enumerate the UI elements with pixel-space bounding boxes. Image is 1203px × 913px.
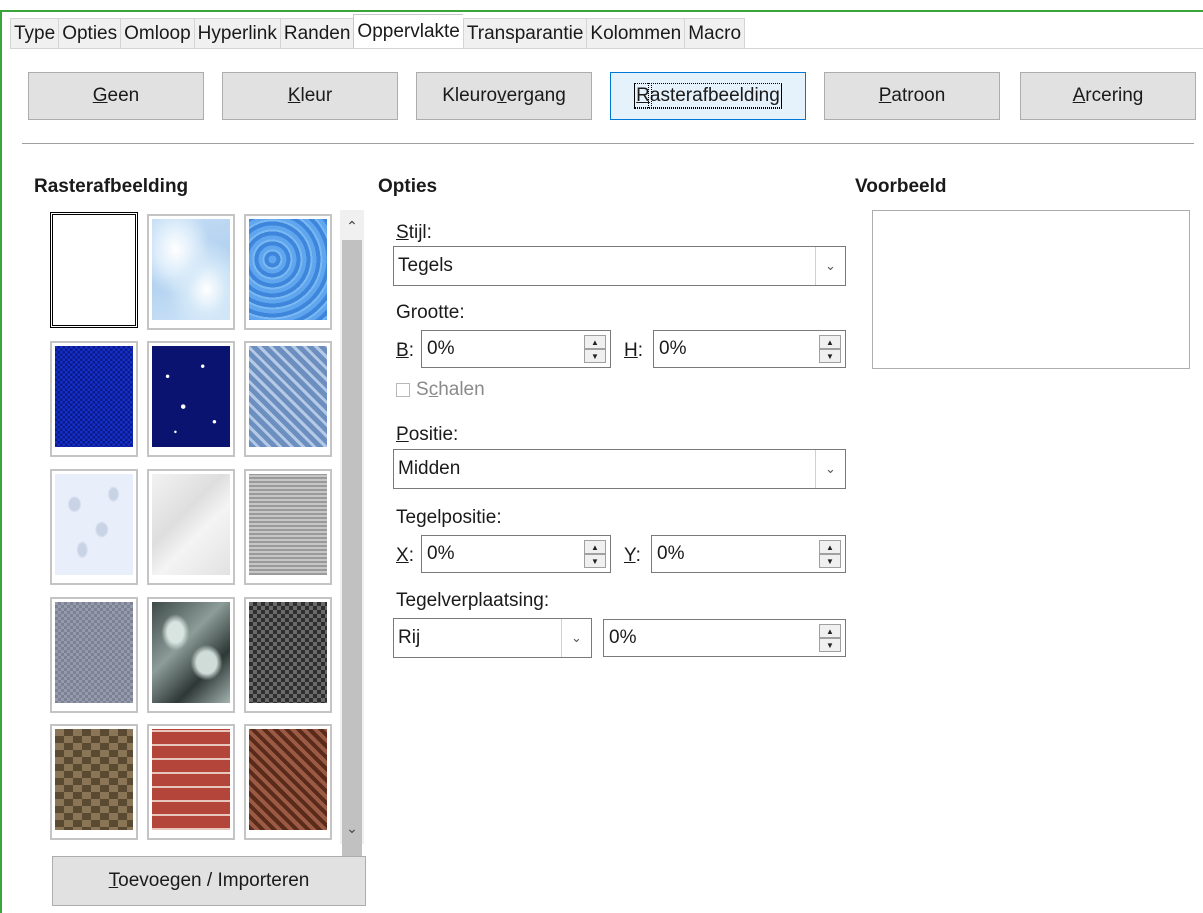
scroll-thumb[interactable]	[342, 240, 362, 858]
height-spinbox[interactable]: 0% ▲ ▼	[653, 330, 846, 368]
y-spinbox[interactable]: 0% ▲ ▼	[651, 535, 846, 573]
fill-pattern-button[interactable]: Patroon	[824, 72, 1000, 120]
tab-options[interactable]: Opties	[58, 18, 121, 49]
bitmap-thumb-blank[interactable]	[50, 212, 138, 328]
bitmap-thumb-starry-sky[interactable]	[147, 341, 235, 457]
spin-up-icon[interactable]: ▲	[584, 540, 606, 554]
options-heading: Opties	[378, 176, 438, 197]
fill-hatch-button[interactable]: Arcering	[1020, 72, 1196, 120]
fill-none-label: Geen	[92, 85, 140, 106]
spin-up-icon[interactable]: ▲	[819, 540, 841, 554]
chevron-down-icon[interactable]: ⌄	[815, 450, 845, 488]
bitmap-thumb-blue-texture[interactable]	[50, 341, 138, 457]
chevron-down-icon[interactable]: ⌄	[561, 619, 591, 657]
scroll-down-icon[interactable]: ⌄	[340, 816, 364, 840]
tab-type[interactable]: Type	[10, 18, 59, 49]
tab-wrap[interactable]: Omloop	[120, 18, 194, 49]
tile-offset-mode-value: Rij	[398, 627, 421, 648]
x-value: 0%	[427, 543, 455, 564]
tab-underline	[10, 48, 1203, 49]
spin-down-icon[interactable]: ▼	[584, 349, 606, 363]
spin-down-icon[interactable]: ▼	[819, 554, 841, 568]
spin-up-icon[interactable]: ▲	[819, 335, 841, 349]
y-value: 0%	[657, 543, 685, 564]
bitmap-gallery	[48, 210, 340, 844]
bitmap-thumb-sky[interactable]	[147, 214, 235, 330]
spin-up-icon[interactable]: ▲	[819, 624, 841, 638]
position-label: Positie:	[396, 424, 459, 445]
position-value: Midden	[398, 458, 461, 479]
bitmap-thumb-stone-wall[interactable]	[50, 724, 138, 840]
fill-color-label: Kleur	[287, 85, 333, 106]
size-label: Grootte:	[396, 302, 465, 323]
height-value: 0%	[659, 338, 687, 359]
width-spinbox[interactable]: 0% ▲ ▼	[421, 330, 611, 368]
x-label: X:	[396, 545, 414, 566]
gallery-scrollbar[interactable]: ⌃ ⌄	[340, 210, 364, 858]
spin-down-icon[interactable]: ▼	[819, 349, 841, 363]
bitmap-thumb-gravel[interactable]	[244, 597, 332, 713]
add-import-label: Toevoegen / Importeren	[108, 870, 310, 891]
spin-up-icon[interactable]: ▲	[584, 335, 606, 349]
preview-box	[872, 210, 1190, 369]
fill-hatch-label: Arcering	[1072, 85, 1144, 106]
tab-bar: Type Opties Omloop Hyperlink Randen Oppe…	[10, 14, 746, 49]
bitmap-thumb-stone-gray[interactable]	[50, 597, 138, 713]
fill-pattern-label: Patroon	[878, 85, 946, 106]
style-dropdown[interactable]: Tegels ⌄	[393, 246, 846, 286]
width-value: 0%	[427, 338, 455, 359]
fill-bitmap-label: Rasterafbeelding	[634, 83, 782, 109]
bitmap-thumb-droplets[interactable]	[50, 469, 138, 585]
tab-hyperlink[interactable]: Hyperlink	[193, 18, 280, 49]
bitmap-thumb-brick[interactable]	[147, 724, 235, 840]
spin-down-icon[interactable]: ▼	[819, 638, 841, 652]
add-import-button[interactable]: Toevoegen / Importeren	[52, 856, 366, 906]
tab-borders[interactable]: Randen	[279, 18, 354, 49]
tile-position-label: Tegelpositie:	[396, 507, 502, 528]
tile-offset-mode-dropdown[interactable]: Rij ⌄	[393, 618, 592, 658]
position-dropdown[interactable]: Midden ⌄	[393, 449, 846, 489]
fill-none-button[interactable]: Geen	[28, 72, 204, 120]
tile-offset-spinbox[interactable]: 0% ▲ ▼	[603, 619, 846, 657]
scale-label: Schalen	[416, 379, 485, 400]
bitmap-heading: Rasterafbeelding	[34, 176, 189, 197]
scroll-up-icon[interactable]: ⌃	[340, 214, 364, 238]
tab-area[interactable]: Oppervlakte	[353, 14, 463, 49]
x-spinbox[interactable]: 0% ▲ ▼	[421, 535, 611, 573]
fill-bitmap-button[interactable]: Rasterafbeelding	[610, 72, 806, 120]
fill-gradient-label: Kleurovergang	[442, 85, 566, 106]
fill-gradient-button[interactable]: Kleurovergang	[416, 72, 592, 120]
bitmap-thumb-gray-texture[interactable]	[244, 469, 332, 585]
tile-offset-label: Tegelverplaatsing:	[396, 590, 550, 611]
style-value: Tegels	[398, 255, 453, 276]
tab-columns[interactable]: Kolommen	[586, 18, 685, 49]
bitmap-thumb-liquid-metal[interactable]	[147, 597, 235, 713]
tab-transparency[interactable]: Transparantie	[462, 18, 587, 49]
tile-offset-value: 0%	[609, 627, 637, 648]
bitmap-thumb-woven[interactable]	[244, 724, 332, 840]
bitmap-thumb-water[interactable]	[244, 214, 332, 330]
spin-down-icon[interactable]: ▼	[584, 554, 606, 568]
scale-checkbox[interactable]	[396, 383, 410, 397]
width-label: B:	[396, 340, 414, 361]
bitmap-thumb-metal-diamond[interactable]	[244, 341, 332, 457]
y-label: Y:	[624, 545, 641, 566]
preview-heading: Voorbeeld	[855, 176, 947, 197]
separator-line	[22, 143, 1194, 144]
bitmap-thumb-marble-white[interactable]	[147, 469, 235, 585]
chevron-down-icon[interactable]: ⌄	[815, 247, 845, 285]
tab-macro[interactable]: Macro	[684, 18, 746, 49]
fill-color-button[interactable]: Kleur	[222, 72, 398, 120]
height-label: H:	[624, 340, 644, 361]
style-label: Stijl:	[396, 222, 432, 243]
